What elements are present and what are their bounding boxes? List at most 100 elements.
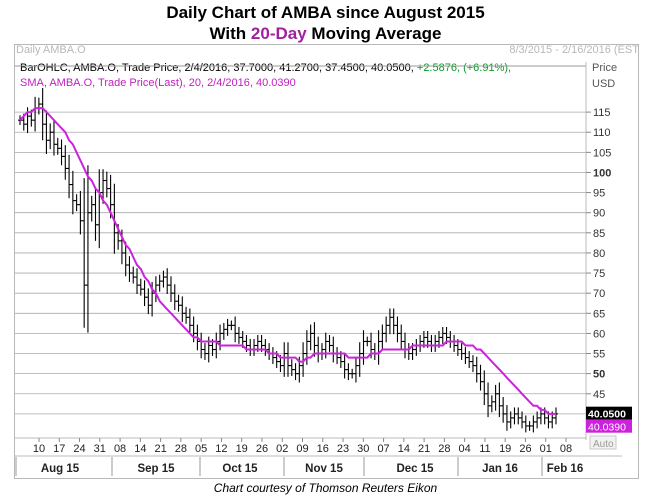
ohlc-bar [497, 382, 502, 418]
x-tick-label: 28 [438, 443, 450, 455]
x-axis: 10 17 24 31 08 14 21 28 05 12 19 26 02 09 16 23 30 07 14 21… [15, 438, 583, 476]
ohlc-bar [399, 324, 404, 351]
y-tick-label: 75 [593, 268, 605, 280]
ohlc-bar [350, 368, 355, 379]
ohlc-bar [372, 343, 377, 360]
ohlc-bar [236, 326, 241, 344]
ohlc-bar [501, 396, 506, 423]
chart-credit: Chart courtesy of Thomson Reuters Eikon [213, 481, 438, 495]
ohlc-bar [184, 306, 189, 324]
x-tick-label: 26 [256, 443, 268, 455]
ohlc-bar [527, 421, 532, 431]
x-tick-label: 28 [175, 443, 187, 455]
ohlc-bar [376, 330, 381, 365]
x-tick-label: 04 [459, 443, 471, 455]
ohlc-bar [157, 274, 162, 292]
y-axis-title-currency: USD [592, 78, 615, 90]
x-tick-label: 31 [94, 443, 106, 455]
ohlc-bar [172, 284, 177, 311]
month-label: Nov 15 [305, 463, 343, 475]
y-tick-label: 55 [593, 349, 605, 361]
ohlc-bar [316, 336, 321, 363]
month-label: Oct 15 [222, 463, 258, 475]
y-tick-label: 110 [593, 127, 611, 139]
x-tick-label: 26 [519, 443, 531, 455]
x-tick-label: 19 [236, 443, 248, 455]
ohlc-bar [486, 382, 491, 418]
ohlc-bar [127, 256, 132, 282]
ohlc-bar [504, 405, 509, 431]
ohlc-bar [85, 165, 90, 333]
ohlc-bar [440, 326, 445, 344]
ohlc-bar [391, 308, 396, 335]
ohlc-bar [512, 407, 517, 425]
x-tick-label: 21 [418, 443, 430, 455]
month-label: Dec 15 [396, 463, 434, 475]
ohlc-bar [489, 395, 494, 413]
y-tick-label: 45 [593, 389, 605, 401]
ohlc-bar [470, 355, 475, 373]
y-tick-label: 100 [593, 167, 611, 179]
ohlc-bar [459, 343, 464, 360]
price-chart[interactable]: 404550556065707580859095100105110115 101… [0, 0, 651, 501]
grid-lines [15, 65, 622, 457]
y-tick-label: 70 [593, 288, 605, 300]
ohlc-bar [180, 296, 185, 323]
auto-button-label: Auto [593, 439, 614, 450]
ohlc-bar [270, 347, 275, 364]
x-tick-label: 14 [134, 443, 146, 455]
ohlc-bar [554, 407, 558, 425]
ohlc-bar [221, 322, 226, 340]
x-tick-label: 10 [33, 443, 45, 455]
y-tick-label: 115 [593, 107, 611, 119]
ohlc-bar [395, 316, 400, 343]
x-tick-label: 05 [195, 443, 207, 455]
x-tick-label: 11 [479, 443, 490, 455]
ohlc-bar [346, 363, 351, 381]
ohlc-bar [327, 335, 332, 352]
ohlc-bar [48, 123, 53, 150]
ohlc-bar [523, 415, 528, 433]
x-tick-label: 08 [560, 443, 572, 455]
ohlc-bar [387, 308, 392, 335]
ohlc-bar [478, 364, 483, 391]
ohlc-bar [418, 335, 423, 352]
ohlc-bar [97, 169, 102, 249]
ohlc-bar [293, 363, 298, 381]
ohlc-bar [63, 145, 68, 180]
y-tick-label: 60 [593, 328, 605, 340]
y-tick-label: 50 [593, 369, 605, 381]
ohlc-bar [229, 320, 234, 331]
ohlc-bar [168, 276, 173, 303]
ohlc-bar [403, 332, 408, 359]
ohlc-bar [365, 336, 370, 347]
ohlc-bar [282, 342, 287, 377]
ohlc-bar [319, 343, 324, 360]
x-tick-label: 09 [296, 443, 308, 455]
month-label: Sep 15 [137, 463, 175, 475]
ohlc-bar [187, 308, 192, 335]
x-tick-label: 23 [337, 443, 349, 455]
ohlc-bar [191, 316, 196, 343]
ohlc-bar [331, 336, 336, 363]
ohlc-bar [380, 324, 385, 351]
y-tick-label: 65 [593, 308, 605, 320]
ohlc-bar [33, 96, 38, 132]
ohlc-bar [493, 384, 498, 411]
ohlc-bar [463, 347, 468, 364]
ohlc-bar [406, 343, 411, 360]
ohlc-bar [429, 335, 434, 352]
ohlc-bar [433, 335, 438, 352]
ohlc-bar [482, 370, 487, 406]
x-tick-label: 16 [317, 443, 329, 455]
ohlc-bar [452, 335, 457, 352]
ohlc-bar [384, 316, 389, 343]
x-tick-label: 19 [499, 443, 511, 455]
last-sma-label: 40.0390 [588, 422, 626, 434]
x-tick-label: 01 [540, 443, 552, 455]
y-tick-label: 95 [593, 188, 605, 200]
month-label: Feb 16 [547, 463, 583, 475]
ohlc-bar [516, 407, 521, 425]
ohlc-bar [176, 294, 181, 312]
ohlc-bar [353, 356, 358, 383]
